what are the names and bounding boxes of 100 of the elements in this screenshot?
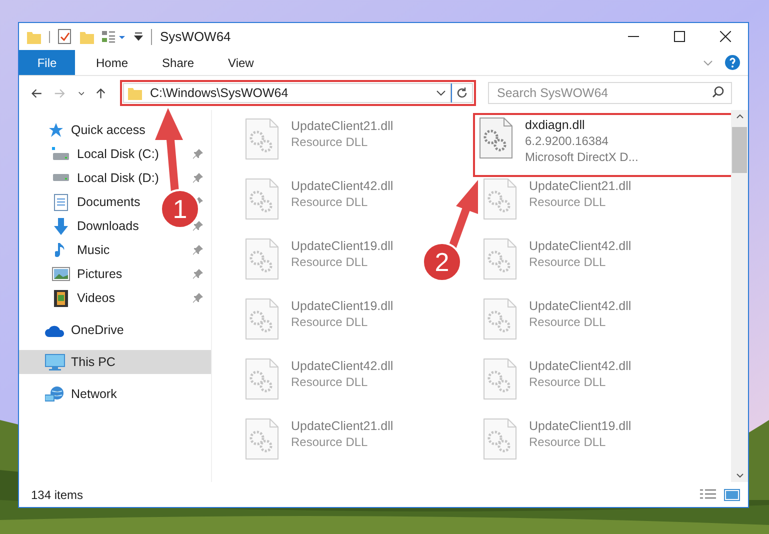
- search-field[interactable]: Search SysWOW64: [488, 82, 732, 104]
- sidebar-item[interactable]: This PC: [43, 352, 116, 372]
- expand-chevron-icon: [703, 60, 713, 66]
- properties-icon: [58, 29, 72, 44]
- gear-file-icon: [245, 358, 279, 400]
- minimize-icon: [628, 36, 638, 37]
- file-name: dxdiagn.dll: [525, 117, 586, 133]
- customize-caret-icon: [134, 32, 143, 41]
- large-icons-view-icon: [724, 489, 740, 501]
- help-icon: [725, 55, 740, 70]
- sidebar-item[interactable]: Pictures: [49, 264, 122, 284]
- file-detail: Resource DLL: [529, 194, 607, 210]
- file-detail: Resource DLL: [291, 194, 369, 210]
- refresh-button[interactable]: [451, 83, 473, 103]
- document-icon: [54, 194, 68, 210]
- folder-icon: [80, 30, 94, 44]
- gear-file-icon: [483, 418, 517, 460]
- file-item[interactable]: UpdateClient21.dll Resource DLL: [479, 176, 632, 222]
- address-field[interactable]: C:\Windows\SysWOW64: [123, 83, 451, 103]
- file-detail: Resource DLL: [291, 254, 369, 270]
- maximize-icon: [674, 31, 684, 42]
- close-icon: [720, 31, 730, 42]
- film-icon: [54, 290, 68, 306]
- scrollbar-thumb[interactable]: [732, 127, 747, 173]
- forward-arrow-icon: [54, 88, 66, 98]
- file-item[interactable]: UpdateClient42.dll Resource DLL: [479, 236, 632, 282]
- gear-file-icon: [483, 358, 517, 400]
- address-path: C:\Windows\SysWOW64: [150, 84, 288, 102]
- scroll-up-icon: [736, 114, 744, 119]
- scroll-down-icon: [736, 473, 744, 478]
- file-name: UpdateClient42.dll: [291, 358, 394, 374]
- drive-icon: [52, 174, 70, 182]
- file-name: UpdateClient19.dll: [291, 238, 394, 254]
- file-item[interactable]: UpdateClient42.dll Resource DLL: [479, 296, 632, 342]
- file-detail: Resource DLL: [291, 374, 369, 390]
- file-name: UpdateClient21.dll: [291, 118, 394, 134]
- file-item[interactable]: UpdateClient42.dll Resource DLL: [241, 356, 394, 402]
- cloud-icon: [45, 324, 65, 336]
- download-icon: [53, 218, 69, 234]
- ribbon-tab[interactable]: View: [211, 50, 271, 75]
- file-detail: Resource DLL: [291, 314, 369, 330]
- sidebar-item[interactable]: Local Disk (C:): [49, 144, 159, 164]
- file-name: UpdateClient42.dll: [291, 178, 394, 194]
- gear-file-icon: [245, 238, 279, 280]
- star-icon: [47, 122, 63, 138]
- gear-file-icon: [483, 238, 517, 280]
- file-item[interactable]: dxdiagn.dll 6.2.9200.16384 Microsoft DirectX D...: [475, 115, 731, 175]
- file-name: UpdateClient21.dll: [291, 418, 394, 434]
- gear-file-icon: [245, 298, 279, 340]
- file-item[interactable]: UpdateClient42.dll Resource DLL: [241, 176, 394, 222]
- drive-icon: [52, 147, 70, 161]
- file-item[interactable]: UpdateClient19.dll Resource DLL: [479, 416, 632, 462]
- gear-file-icon: [245, 118, 279, 160]
- list-icon: [102, 30, 118, 44]
- file-name: UpdateClient19.dll: [529, 418, 632, 434]
- details-view-icon: [700, 489, 716, 501]
- sidebar-item[interactable]: Network: [43, 384, 117, 404]
- sidebar-item[interactable]: Local Disk (D:): [49, 168, 159, 188]
- file-item[interactable]: UpdateClient21.dll Resource DLL: [241, 116, 394, 162]
- sidebar-item[interactable]: Videos: [49, 288, 115, 308]
- gear-file-icon: [483, 298, 517, 340]
- gear-file-icon: [483, 178, 517, 220]
- file-description: Microsoft DirectX D...: [525, 149, 638, 165]
- file-name: UpdateClient19.dll: [291, 298, 394, 314]
- sidebar-item[interactable]: Downloads: [49, 216, 139, 236]
- back-arrow-icon: [31, 88, 42, 98]
- monitor-icon: [45, 354, 65, 370]
- file-detail: Resource DLL: [529, 374, 607, 390]
- file-menu-tab[interactable]: File: [19, 50, 75, 75]
- file-item[interactable]: UpdateClient19.dll Resource DLL: [241, 236, 394, 282]
- history-chevron-icon: [78, 90, 84, 96]
- file-item[interactable]: UpdateClient42.dll Resource DLL: [479, 356, 632, 402]
- file-item[interactable]: UpdateClient19.dll Resource DLL: [241, 296, 394, 342]
- sidebar-item[interactable]: OneDrive: [43, 320, 124, 340]
- file-item[interactable]: UpdateClient21.dll Resource DLL: [241, 416, 394, 462]
- gear-file-icon: [479, 117, 513, 159]
- picture-icon: [52, 267, 70, 281]
- sidebar-item[interactable]: Quick access: [43, 120, 146, 140]
- item-count: 134 items: [31, 487, 84, 504]
- folder-icon: [128, 86, 142, 100]
- file-detail: Resource DLL: [291, 134, 369, 150]
- up-arrow-icon: [96, 86, 106, 100]
- sidebar-item[interactable]: Documents: [49, 192, 140, 212]
- ribbon-tab[interactable]: Share: [145, 50, 212, 75]
- gear-file-icon: [245, 178, 279, 220]
- file-detail: Resource DLL: [529, 314, 607, 330]
- music-note-icon: [55, 242, 67, 258]
- search-icon: [712, 86, 724, 98]
- dropdown-chevron-icon: [436, 90, 446, 96]
- file-name: UpdateClient42.dll: [529, 298, 632, 314]
- window-title: SysWOW64: [160, 28, 231, 46]
- file-name: UpdateClient42.dll: [529, 358, 632, 374]
- refresh-icon: [456, 87, 468, 99]
- scrollbar[interactable]: [731, 110, 748, 482]
- file-detail: Resource DLL: [529, 254, 607, 270]
- sidebar-item[interactable]: Music: [49, 240, 110, 260]
- ribbon-tab[interactable]: Home: [79, 50, 146, 75]
- file-name: UpdateClient21.dll: [529, 178, 632, 194]
- folder-icon: [27, 30, 41, 44]
- file-name: UpdateClient42.dll: [529, 238, 632, 254]
